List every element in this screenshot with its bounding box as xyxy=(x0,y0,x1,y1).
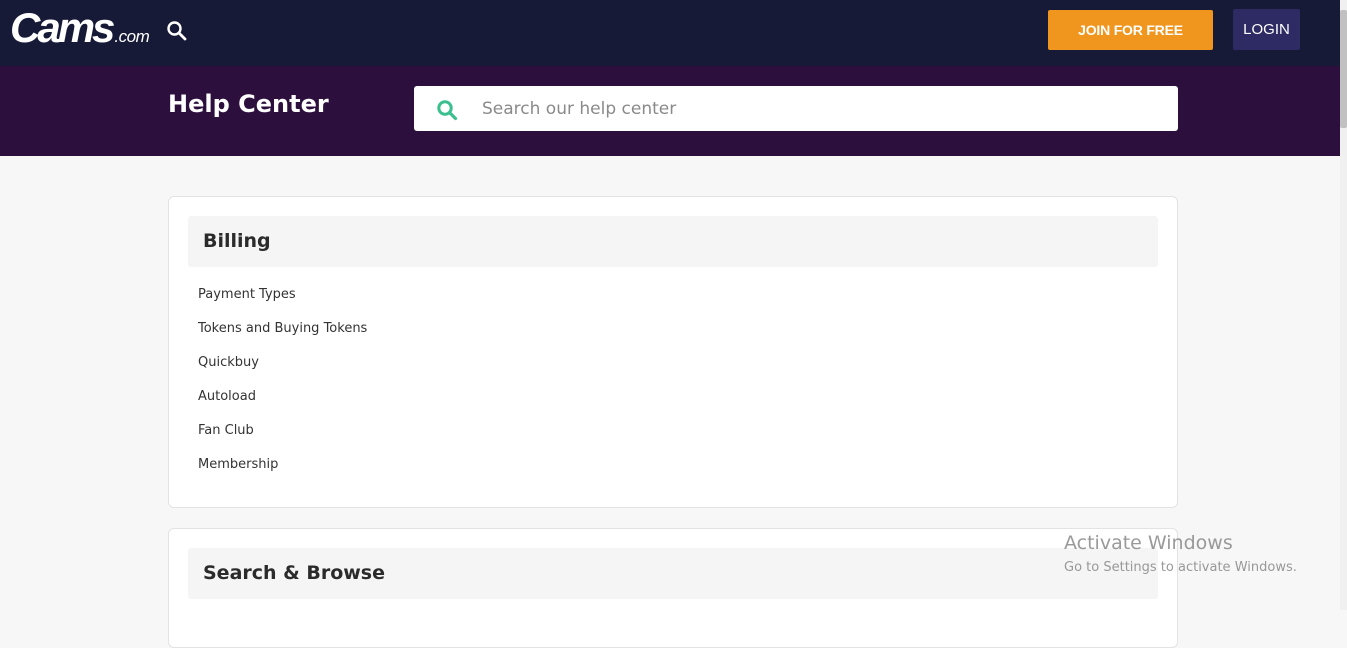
section-title: Search & Browse xyxy=(203,562,386,584)
help-link-autoload[interactable]: Autoload xyxy=(198,389,256,404)
section-header: Billing xyxy=(188,216,1158,267)
scrollbar-thumb[interactable] xyxy=(1340,10,1347,128)
billing-section: Billing Payment Types Tokens and Buying … xyxy=(168,196,1178,508)
list-item: Membership xyxy=(198,455,367,489)
cams-logo[interactable]: Cams .com xyxy=(10,4,150,52)
list-item: Quickbuy xyxy=(198,353,367,387)
help-link-fan-club[interactable]: Fan Club xyxy=(198,423,254,438)
login-button[interactable]: LOGIN xyxy=(1233,9,1300,50)
help-center-banner: Help Center xyxy=(0,66,1340,156)
page-scrollbar[interactable] xyxy=(1340,0,1347,610)
help-link-membership[interactable]: Membership xyxy=(198,457,278,472)
top-navigation-bar: Cams .com JOIN FOR FREE LOGIN xyxy=(0,0,1340,66)
search-icon xyxy=(436,99,458,121)
list-item: Payment Types xyxy=(198,285,367,319)
billing-links: Payment Types Tokens and Buying Tokens Q… xyxy=(198,285,367,489)
list-item: Autoload xyxy=(198,387,367,421)
page-title: Help Center xyxy=(168,90,329,118)
list-item: Fan Club xyxy=(198,421,367,455)
help-link-payment-types[interactable]: Payment Types xyxy=(198,287,296,302)
search-browse-section: Search & Browse xyxy=(168,528,1178,648)
logo-suffix: .com xyxy=(114,27,150,46)
help-link-tokens[interactable]: Tokens and Buying Tokens xyxy=(198,321,367,336)
help-link-quickbuy[interactable]: Quickbuy xyxy=(198,355,259,370)
section-title: Billing xyxy=(203,230,271,252)
help-search-box[interactable] xyxy=(414,86,1178,131)
logo-text: Cams xyxy=(10,4,115,51)
help-search-input[interactable] xyxy=(482,86,1162,131)
list-item: Tokens and Buying Tokens xyxy=(198,319,367,353)
join-for-free-button[interactable]: JOIN FOR FREE xyxy=(1048,10,1213,50)
search-icon[interactable] xyxy=(166,20,188,42)
section-header: Search & Browse xyxy=(188,548,1158,599)
